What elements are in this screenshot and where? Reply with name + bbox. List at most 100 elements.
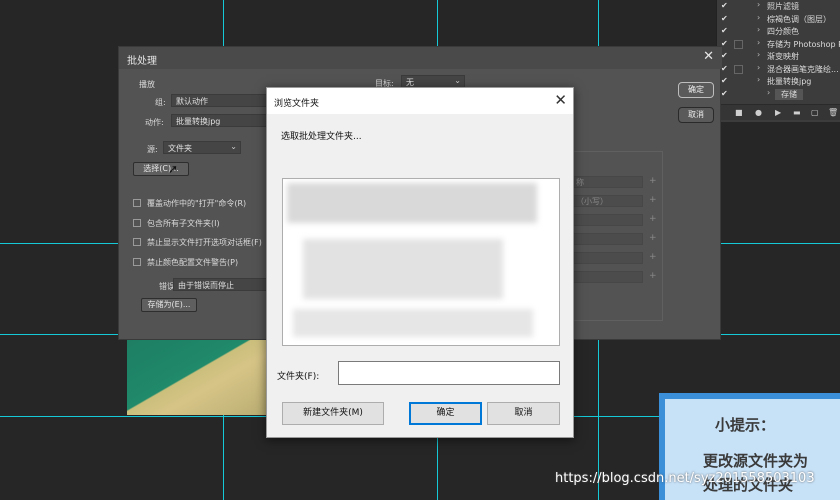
chevron-right-icon[interactable]: › xyxy=(757,63,760,72)
set-label: 组: xyxy=(155,98,166,107)
source-select[interactable]: 文件夹 ⌄ xyxy=(163,141,241,154)
action-item-label: 批量转换jpg xyxy=(767,77,812,86)
errors-select[interactable]: 由于错误而停止 xyxy=(173,278,269,291)
checkmark-icon[interactable]: ✔ xyxy=(721,51,728,60)
action-item[interactable]: ✔ › 混合器画笔克隆绘... xyxy=(717,63,840,76)
trash-icon[interactable]: 🗑 xyxy=(828,108,838,117)
browse-cancel-button[interactable]: 取消 xyxy=(487,402,560,425)
action-item-label: 照片滤镜 xyxy=(767,2,799,11)
checkmark-icon[interactable]: ✔ xyxy=(721,89,728,98)
chevron-right-icon[interactable]: › xyxy=(757,13,760,22)
action-item[interactable]: ✔ › 渐变映射 xyxy=(717,50,840,63)
chevron-right-icon[interactable]: › xyxy=(757,75,760,84)
action-item[interactable]: ✔ › 四分颜色 xyxy=(717,25,840,38)
file-naming-field[interactable] xyxy=(569,233,643,245)
file-naming-field[interactable] xyxy=(569,214,643,226)
choose-button[interactable]: 选择(C)... xyxy=(133,162,189,176)
batch-dialog-title: 批处理 xyxy=(127,56,157,67)
option-label: 禁止显示文件打开选项对话框(F) xyxy=(147,238,262,247)
action-item[interactable]: ✔ › 棕褐色调（图层） xyxy=(717,13,840,26)
dialog-toggle-icon[interactable] xyxy=(734,64,743,74)
chevron-down-icon: ⌄ xyxy=(230,142,237,151)
folder-icon[interactable]: ▬ xyxy=(793,108,801,117)
browse-ok-button[interactable]: 确定 xyxy=(409,402,482,425)
chevron-right-icon[interactable]: › xyxy=(757,25,760,34)
plus-icon: + xyxy=(649,271,657,281)
record-icon[interactable]: ● xyxy=(755,108,762,117)
watermark: https://blog.csdn.net/syz201558503103 xyxy=(555,471,815,486)
chevron-down-icon: ⌄ xyxy=(454,76,461,85)
action-select[interactable]: 批量转换jpg xyxy=(171,114,269,127)
save-as-button[interactable]: 存储为(E)... xyxy=(141,298,197,312)
action-item-label: 棕褐色调（图层） xyxy=(767,14,831,24)
new-folder-button[interactable]: 新建文件夹(M) xyxy=(282,402,384,425)
chevron-right-icon[interactable]: › xyxy=(757,0,760,9)
file-naming-field[interactable] xyxy=(569,252,643,264)
checkbox-icon[interactable] xyxy=(133,238,141,246)
checkmark-icon[interactable]: ✔ xyxy=(721,1,728,10)
option-label: 覆盖动作中的"打开"命令(R) xyxy=(147,199,247,208)
batch-cancel-button[interactable]: 取消 xyxy=(678,107,714,123)
blurred-content xyxy=(293,309,533,337)
action-item-label: 四分颜色 xyxy=(767,27,799,36)
checkbox-icon[interactable] xyxy=(133,257,141,266)
destination-value: 无 xyxy=(406,78,414,87)
blurred-content xyxy=(287,183,537,223)
option-label: 禁止颜色配置文件警告(P) xyxy=(147,257,239,267)
action-item[interactable]: ✔ › 存储 xyxy=(717,88,840,101)
checkmark-icon[interactable]: ✔ xyxy=(721,39,728,48)
action-item-label: 存储 xyxy=(775,88,803,100)
checkbox-icon[interactable] xyxy=(133,199,141,207)
stop-icon[interactable]: ■ xyxy=(735,108,743,117)
file-naming-field[interactable]: （小写） xyxy=(569,195,643,207)
file-naming-field[interactable]: 称 xyxy=(569,176,643,188)
dialog-toggle-icon[interactable] xyxy=(734,39,743,49)
hint-title: 小提示： xyxy=(715,416,776,434)
source-value: 文件夹 xyxy=(168,144,192,153)
chevron-right-icon[interactable]: › xyxy=(757,38,760,47)
play-section-label: 播放 xyxy=(139,80,155,89)
actions-toolbar: ■ ● ▶ ▬ ▢ 🗑 xyxy=(717,104,840,120)
play-icon[interactable]: ▶ xyxy=(775,108,781,117)
folder-tree[interactable] xyxy=(282,178,560,346)
browse-dialog-titlebar: 浏览文件夹 ✕ xyxy=(267,88,573,114)
batch-dialog-titlebar: 批处理 ✕ xyxy=(119,47,722,69)
action-item-label: 存储为 Photoshop P... xyxy=(767,39,840,49)
hint-line: 更改源文件夹为 xyxy=(703,452,809,470)
plus-icon: + xyxy=(649,252,657,262)
browse-dialog-title: 浏览文件夹 xyxy=(274,99,320,109)
action-label: 动作: xyxy=(145,118,164,127)
set-value: 默认动作 xyxy=(176,97,208,106)
folder-input[interactable] xyxy=(338,361,560,385)
action-item-label: 混合器画笔克隆绘... xyxy=(767,64,839,74)
close-icon[interactable]: ✕ xyxy=(554,91,567,109)
plus-icon: + xyxy=(649,176,657,186)
checkmark-icon[interactable]: ✔ xyxy=(721,14,728,23)
action-value: 批量转换jpg xyxy=(176,117,221,126)
plus-icon: + xyxy=(649,195,657,205)
source-label: 源: xyxy=(147,145,158,154)
checkmark-icon[interactable]: ✔ xyxy=(721,76,728,85)
browse-prompt: 选取批处理文件夹... xyxy=(281,132,362,142)
file-naming-field[interactable] xyxy=(569,271,643,283)
close-icon[interactable]: ✕ xyxy=(703,49,714,64)
new-action-icon[interactable]: ▢ xyxy=(811,108,819,117)
set-select[interactable]: 默认动作 xyxy=(171,94,269,107)
checkbox-icon[interactable] xyxy=(133,218,141,227)
chevron-right-icon[interactable]: › xyxy=(757,50,760,59)
errors-value: 由于错误而停止 xyxy=(178,281,234,290)
action-item[interactable]: ✔ › 存储为 Photoshop P... xyxy=(717,38,840,51)
action-item[interactable]: ✔ › 批量转换jpg xyxy=(717,75,840,88)
browse-folder-dialog: 浏览文件夹 ✕ 选取批处理文件夹... 文件夹(F): 新建文件夹(M) 确定 … xyxy=(266,87,574,438)
action-item[interactable]: ✔ › 照片滤镜 xyxy=(717,0,840,13)
batch-ok-button[interactable]: 确定 xyxy=(678,82,714,98)
plus-icon: + xyxy=(649,214,657,224)
option-label: 包含所有子文件夹(I) xyxy=(147,218,220,228)
canvas-image xyxy=(127,335,277,415)
plus-icon: + xyxy=(649,233,657,243)
checkmark-icon[interactable]: ✔ xyxy=(721,64,728,73)
checkmark-icon[interactable]: ✔ xyxy=(721,26,728,35)
chevron-right-icon[interactable]: › xyxy=(767,88,770,97)
action-item-label: 渐变映射 xyxy=(767,52,799,61)
blurred-content xyxy=(303,239,503,299)
